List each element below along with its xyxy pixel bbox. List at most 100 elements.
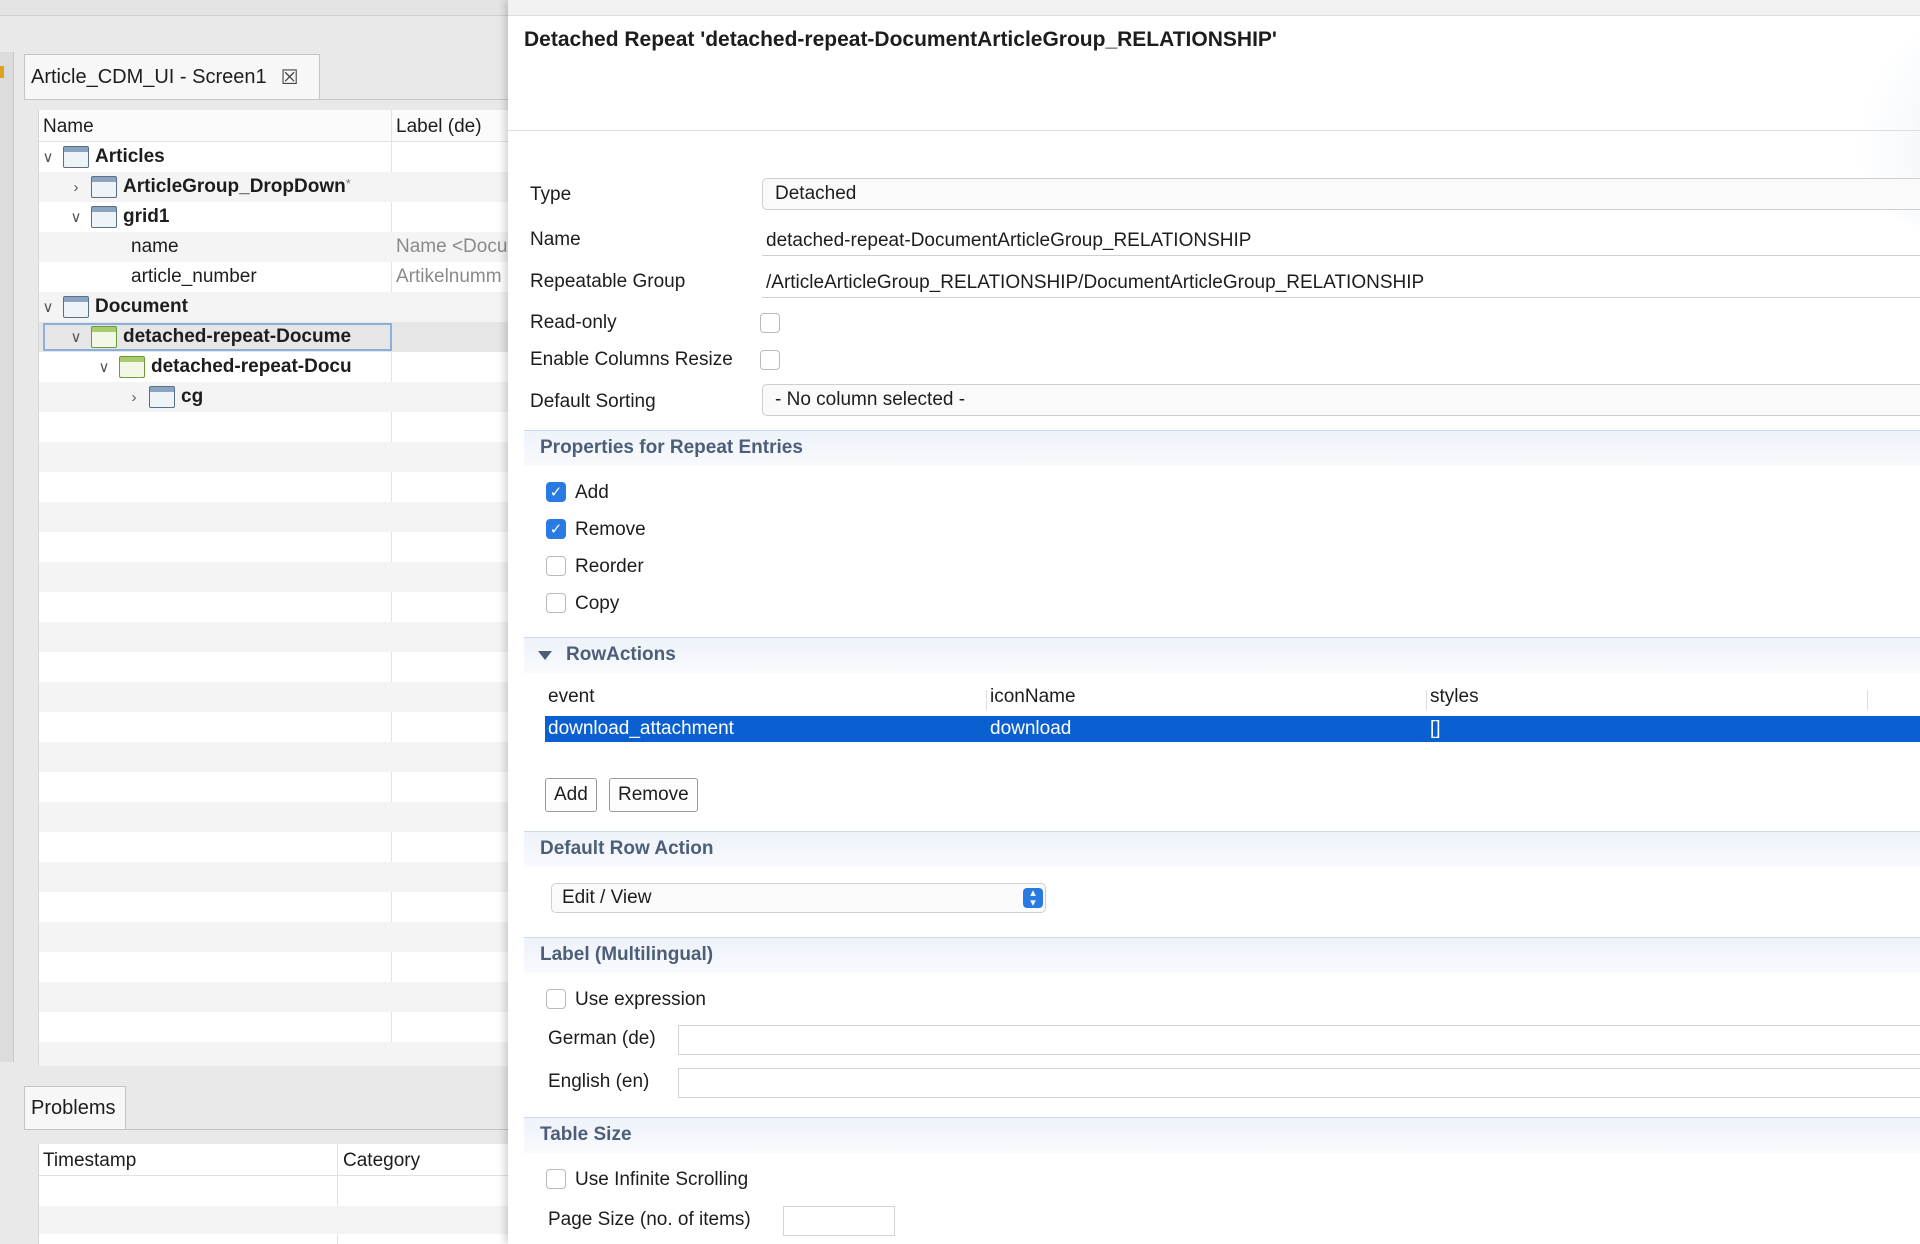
properties-panel: Detached Repeat 'detached-repeat-Documen… xyxy=(508,0,1920,1244)
default-sorting-label: Default Sorting xyxy=(530,391,656,412)
form-icon xyxy=(91,176,117,198)
type-value: Detached xyxy=(775,183,857,204)
add-row-action-button[interactable]: Add xyxy=(545,778,597,812)
german-label: German (de) xyxy=(548,1028,656,1049)
default-row-action-value: Edit / View xyxy=(562,887,652,908)
problems-column-timestamp[interactable]: Timestamp xyxy=(43,1150,136,1172)
problems-table: Timestamp Category xyxy=(38,1144,509,1244)
default-sorting-value: - No column selected - xyxy=(775,389,966,410)
page-size-label: Page Size (no. of items) xyxy=(548,1209,751,1230)
tree-row-article-number[interactable]: article_number Artikelnumm xyxy=(39,262,508,292)
columns-resize-label: Enable Columns Resize xyxy=(530,349,733,370)
default-row-action-select[interactable]: Edit / View ▴ ▾ xyxy=(551,883,1046,913)
chevron-down-icon[interactable]: ∨ xyxy=(95,358,113,376)
tab-divider xyxy=(24,99,508,100)
tree-row-name[interactable]: name Name <Docu xyxy=(39,232,508,262)
column-divider xyxy=(986,690,987,710)
infinite-scrolling-checkbox[interactable] xyxy=(546,1169,566,1189)
infinite-scrolling-label: Use Infinite Scrolling xyxy=(575,1169,749,1190)
german-field[interactable] xyxy=(678,1025,1920,1055)
type-combo[interactable]: Detached xyxy=(762,178,1920,210)
tree-node-label: name xyxy=(131,236,179,257)
problems-empty-row xyxy=(39,1206,509,1234)
tree-row-detached-repeat[interactable]: ∨ detached-repeat-Docume xyxy=(39,322,508,352)
row-actions-column-styles[interactable]: styles xyxy=(1430,686,1479,714)
tree-row-grid1[interactable]: ∨ grid1 xyxy=(39,202,508,232)
column-divider xyxy=(1426,690,1427,710)
tree-node-label: Articles xyxy=(95,146,165,167)
tree-node-label: article_number xyxy=(131,266,257,287)
remove-row-action-button[interactable]: Remove xyxy=(609,778,698,812)
tree-column-name[interactable]: Name xyxy=(43,116,94,138)
readonly-checkbox[interactable] xyxy=(760,313,780,333)
row-iconname-cell: download xyxy=(990,718,1072,739)
tree-node-label: cg xyxy=(181,386,204,407)
chevron-down-icon[interactable]: ∨ xyxy=(67,208,85,226)
tree-node-label: grid1 xyxy=(123,206,170,227)
chevron-down-icon[interactable]: ∨ xyxy=(39,148,57,166)
form-icon xyxy=(63,296,89,318)
tree-node-label: ArticleGroup_DropDown xyxy=(123,176,346,197)
add-checkbox[interactable]: ✓ xyxy=(546,482,566,502)
tree-empty-row xyxy=(39,802,508,832)
tree-empty-row xyxy=(39,592,508,622)
tree-row-articlegroup-dropdown[interactable]: › ArticleGroup_DropDown * xyxy=(39,172,508,202)
editor-tab[interactable]: Article_CDM_UI - Screen1 ☒ xyxy=(24,54,320,100)
chevron-right-icon[interactable]: › xyxy=(125,389,143,406)
chevron-right-icon[interactable]: › xyxy=(67,179,85,196)
grid-icon xyxy=(149,386,175,408)
tree-row-cg[interactable]: › cg xyxy=(39,382,508,412)
repeat-entries-heading: Properties for Repeat Entries xyxy=(540,437,803,458)
tree-empty-row xyxy=(39,862,508,892)
readonly-label: Read-only xyxy=(530,312,617,333)
default-row-action-section: Default Row Action xyxy=(524,831,1920,867)
tree-row-document[interactable]: ∨ Document xyxy=(39,292,508,322)
tree-empty-row xyxy=(39,622,508,652)
name-field[interactable]: detached-repeat-DocumentArticleGroup_REL… xyxy=(762,226,1920,256)
tree-column-label[interactable]: Label (de) xyxy=(396,116,482,138)
tree-empty-row xyxy=(39,652,508,682)
modified-marker: * xyxy=(345,176,351,191)
reorder-checkbox[interactable] xyxy=(546,556,566,576)
copy-checkbox[interactable] xyxy=(546,593,566,613)
problems-column-category[interactable]: Category xyxy=(343,1150,420,1172)
default-row-action-heading: Default Row Action xyxy=(540,838,714,859)
row-actions-column-event[interactable]: event xyxy=(548,686,594,714)
row-actions-column-iconname[interactable]: iconName xyxy=(990,686,1076,714)
tree-empty-row xyxy=(39,472,508,502)
default-sorting-combo[interactable]: - No column selected - xyxy=(762,384,1920,416)
problems-header: Timestamp Category xyxy=(39,1144,509,1176)
collapse-triangle-icon[interactable] xyxy=(538,651,552,660)
label-multilingual-heading: Label (Multilingual) xyxy=(540,944,714,965)
tree-row-detached-repeat-child[interactable]: ∨ detached-repeat-Docu xyxy=(39,352,508,382)
tree-empty-row xyxy=(39,412,508,442)
english-field[interactable] xyxy=(678,1068,1920,1098)
table-row[interactable]: download_attachment download [] xyxy=(545,716,1920,742)
page-size-field[interactable] xyxy=(783,1206,895,1236)
problems-tab[interactable]: Problems xyxy=(24,1086,126,1130)
repeatable-group-field[interactable]: /ArticleArticleGroup_RELATIONSHIP/Docume… xyxy=(762,268,1920,298)
column-divider xyxy=(1867,690,1868,710)
chevron-down-icon[interactable]: ∨ xyxy=(67,328,85,346)
chevron-down-icon[interactable]: ∨ xyxy=(39,298,57,316)
row-actions-section[interactable]: RowActions xyxy=(524,637,1920,673)
reorder-checkbox-label: Reorder xyxy=(575,556,644,577)
remove-checkbox-label: Remove xyxy=(575,519,646,540)
columns-resize-checkbox[interactable] xyxy=(760,350,780,370)
close-icon[interactable]: ☒ xyxy=(281,65,299,90)
type-label: Type xyxy=(530,184,572,205)
tree-empty-row xyxy=(39,1042,508,1066)
tree-empty-row xyxy=(39,832,508,862)
tree-empty-row xyxy=(39,562,508,592)
remove-checkbox[interactable]: ✓ xyxy=(546,519,566,539)
tree-node-label: detached-repeat-Docume xyxy=(123,326,352,347)
tree-empty-row xyxy=(39,742,508,772)
name-label: Name xyxy=(530,229,581,250)
tree-empty-row xyxy=(39,892,508,922)
left-edge-panel xyxy=(0,52,14,1062)
form-icon xyxy=(63,146,89,168)
tree-row-articles[interactable]: ∨ Articles xyxy=(39,142,508,172)
use-expression-checkbox[interactable] xyxy=(546,989,566,1009)
select-arrows-icon[interactable]: ▴ ▾ xyxy=(1023,888,1043,909)
repeat-icon xyxy=(91,326,117,348)
